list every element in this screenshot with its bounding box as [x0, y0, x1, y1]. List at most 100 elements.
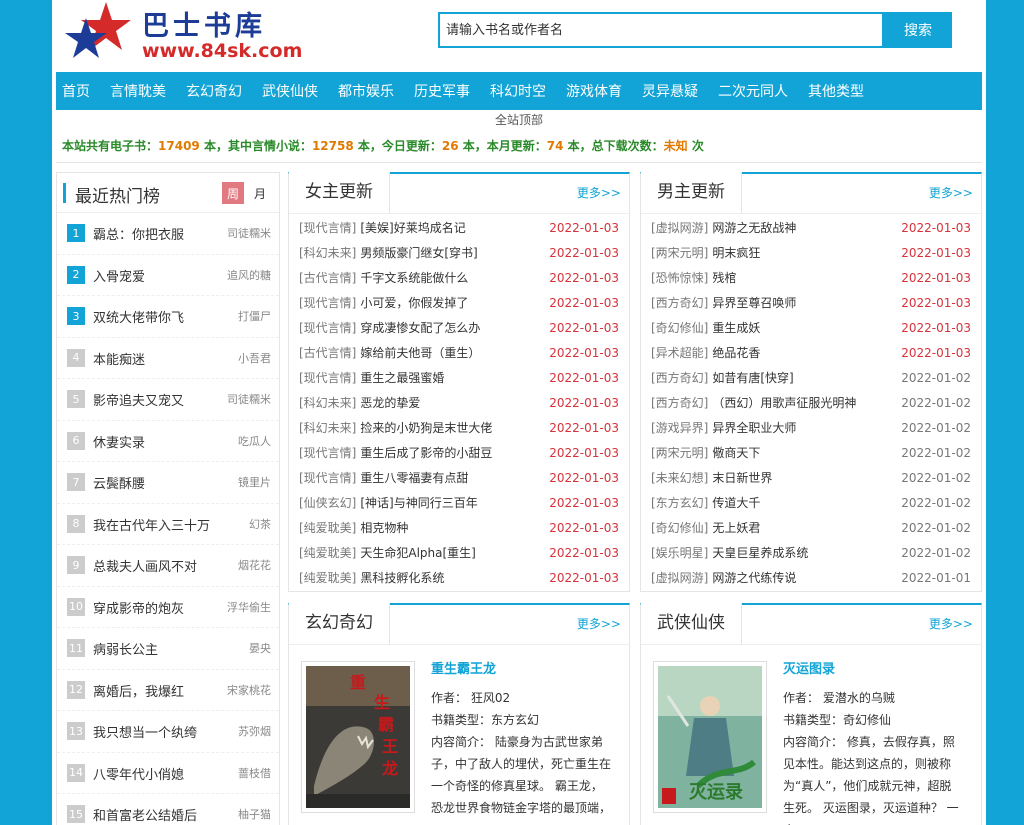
update-category[interactable]: [两宋元明] — [651, 446, 708, 460]
rank-book[interactable]: 霸总：你把衣服 — [93, 224, 184, 243]
update-item[interactable]: [未来幻想] 末日新世界 2022-01-02 — [651, 466, 971, 491]
nav-item-8[interactable]: 灵异悬疑 — [642, 81, 698, 101]
update-item[interactable]: [仙侠玄幻] [神话]与神同行三百年 2022-01-03 — [299, 491, 619, 516]
update-book[interactable]: 穿成凄惨女配了怎么办 — [360, 321, 480, 335]
rank-item[interactable]: 5 影帝追夫又宠又 司徒糯米 — [57, 379, 279, 421]
update-category[interactable]: [未来幻想] — [651, 471, 708, 485]
rank-item[interactable]: 10 穿成影帝的炮灰 浮华偷生 — [57, 587, 279, 628]
update-book[interactable]: 网游之代练传说 — [712, 571, 796, 585]
update-item[interactable]: [西方奇幻] 如昔有唐[快穿] 2022-01-02 — [651, 366, 971, 391]
update-category[interactable]: [异术超能] — [651, 346, 708, 360]
update-item[interactable]: [现代言情] 重生后成了影帝的小甜豆 2022-01-03 — [299, 441, 619, 466]
update-book[interactable]: 千字文系统能做什么 — [360, 271, 468, 285]
rank-book[interactable]: 我只想当一个纨绔 — [93, 722, 197, 741]
female-more-link[interactable]: 更多>> — [577, 184, 621, 201]
nav-item-0[interactable]: 首页 — [62, 81, 90, 101]
nav-item-10[interactable]: 其他类型 — [808, 81, 864, 101]
update-item[interactable]: [东方玄幻] 传道大千 2022-01-02 — [651, 491, 971, 516]
xuanhuan-more-link[interactable]: 更多>> — [577, 615, 621, 632]
update-book[interactable]: 天皇巨星养成系统 — [712, 546, 808, 560]
rank-book[interactable]: 总裁夫人画风不对 — [93, 556, 197, 575]
update-item[interactable]: [现代言情] 重生八零福妻有点甜 2022-01-03 — [299, 466, 619, 491]
update-book[interactable]: [神话]与神同行三百年 — [360, 496, 477, 510]
update-item[interactable]: [古代言情] 嫁给前夫他哥（重生） 2022-01-03 — [299, 341, 619, 366]
update-item[interactable]: [现代言情] [美娱]好莱坞成名记 2022-01-03 — [299, 216, 619, 241]
update-book[interactable]: 重生后成了影帝的小甜豆 — [360, 446, 492, 460]
update-category[interactable]: [东方玄幻] — [651, 496, 708, 510]
update-item[interactable]: [纯爱耽美] 相克物种 2022-01-03 — [299, 516, 619, 541]
search-button[interactable]: 搜索 — [884, 12, 952, 48]
site-top-link[interactable]: 全站顶部 — [52, 111, 986, 128]
update-book[interactable]: 捡来的小奶狗是末世大佬 — [360, 421, 492, 435]
rank-item[interactable]: 13 我只想当一个纨绔 苏弥烟 — [57, 711, 279, 753]
update-item[interactable]: [古代言情] 千字文系统能做什么 2022-01-03 — [299, 266, 619, 291]
update-item[interactable]: [两宋元明] 明末疯狂 2022-01-03 — [651, 241, 971, 266]
book-cover[interactable]: 重 生 霸 王 龙 — [301, 661, 415, 813]
update-book[interactable]: 嫁给前夫他哥（重生） — [360, 346, 480, 360]
rank-item[interactable]: 2 入骨宠爱 追风的糖 — [57, 255, 279, 296]
update-category[interactable]: [虚拟网游] — [651, 571, 708, 585]
update-item[interactable]: [娱乐明星] 天皇巨星养成系统 2022-01-02 — [651, 541, 971, 566]
update-category[interactable]: [虚拟网游] — [651, 221, 708, 235]
male-more-link[interactable]: 更多>> — [929, 184, 973, 201]
rank-book[interactable]: 双统大佬带你飞 — [93, 307, 184, 326]
update-book[interactable]: 如昔有唐[快穿] — [712, 371, 793, 385]
nav-item-7[interactable]: 游戏体育 — [566, 81, 622, 101]
nav-item-3[interactable]: 武侠仙侠 — [262, 81, 318, 101]
site-logo[interactable]: 巴士书库 www.84sk.com — [60, 0, 310, 62]
tab-week[interactable]: 周 — [222, 182, 244, 204]
update-item[interactable]: [两宋元明] 儆商天下 2022-01-02 — [651, 441, 971, 466]
rank-book[interactable]: 病弱长公主 — [93, 639, 158, 658]
update-book[interactable]: 绝品花香 — [712, 346, 760, 360]
rank-item[interactable]: 11 病弱长公主 晏央 — [57, 628, 279, 670]
rank-book[interactable]: 本能痴迷 — [93, 349, 145, 368]
update-book[interactable]: 小可爱，你假发掉了 — [360, 296, 468, 310]
rank-item[interactable]: 4 本能痴迷 小吾君 — [57, 338, 279, 379]
rank-item[interactable]: 9 总裁夫人画风不对 烟花花 — [57, 545, 279, 587]
rank-book[interactable]: 休妻实录 — [93, 432, 145, 451]
update-category[interactable]: [仙侠玄幻] — [299, 496, 356, 510]
update-item[interactable]: [虚拟网游] 网游之代练传说 2022-01-01 — [651, 566, 971, 591]
update-category[interactable]: [纯爱耽美] — [299, 571, 356, 585]
update-item[interactable]: [异术超能] 绝品花香 2022-01-03 — [651, 341, 971, 366]
update-category[interactable]: [现代言情] — [299, 221, 356, 235]
update-book[interactable]: [美娱]好莱坞成名记 — [360, 221, 465, 235]
update-book[interactable]: 恶龙的挚爱 — [360, 396, 420, 410]
update-item[interactable]: [奇幻修仙] 无上妖君 2022-01-02 — [651, 516, 971, 541]
update-book[interactable]: 异界全职业大师 — [712, 421, 796, 435]
update-category[interactable]: [科幻未来] — [299, 246, 356, 260]
wuxia-more-link[interactable]: 更多>> — [929, 615, 973, 632]
update-book[interactable]: 天生命犯Alpha[重生] — [360, 546, 475, 560]
update-category[interactable]: [古代言情] — [299, 346, 356, 360]
update-book[interactable]: （西幻）用歌声征服光明神 — [712, 396, 856, 410]
update-item[interactable]: [恐怖惊悚] 残棺 2022-01-03 — [651, 266, 971, 291]
nav-item-1[interactable]: 言情耽美 — [110, 81, 166, 101]
update-category[interactable]: [现代言情] — [299, 296, 356, 310]
update-book[interactable]: 无上妖君 — [712, 521, 760, 535]
update-category[interactable]: [古代言情] — [299, 271, 356, 285]
rank-book[interactable]: 离婚后，我爆红 — [93, 681, 184, 700]
update-book[interactable]: 重生八零福妻有点甜 — [360, 471, 468, 485]
update-book[interactable]: 重生成妖 — [712, 321, 760, 335]
rank-book[interactable]: 影帝追夫又宠又 — [93, 390, 184, 409]
rank-book[interactable]: 入骨宠爱 — [93, 266, 145, 285]
update-book[interactable]: 残棺 — [712, 271, 736, 285]
nav-item-5[interactable]: 历史军事 — [414, 81, 470, 101]
update-item[interactable]: [西方奇幻] （西幻）用歌声征服光明神 2022-01-02 — [651, 391, 971, 416]
update-book[interactable]: 相克物种 — [360, 521, 408, 535]
rank-item[interactable]: 3 双统大佬带你飞 打僵尸 — [57, 296, 279, 338]
update-category[interactable]: [纯爱耽美] — [299, 521, 356, 535]
update-book[interactable]: 传道大千 — [712, 496, 760, 510]
update-category[interactable]: [现代言情] — [299, 471, 356, 485]
rank-item[interactable]: 1 霸总：你把衣服 司徒糯米 — [57, 213, 279, 255]
rank-book[interactable]: 云鬓酥腰 — [93, 473, 145, 492]
update-item[interactable]: [科幻未来] 男频版豪门继女[穿书] 2022-01-03 — [299, 241, 619, 266]
update-book[interactable]: 末日新世界 — [712, 471, 772, 485]
update-book[interactable]: 异界至尊召唤师 — [712, 296, 796, 310]
nav-item-9[interactable]: 二次元同人 — [718, 81, 788, 101]
book-title[interactable]: 灭运图录 — [783, 659, 963, 681]
rank-item[interactable]: 6 休妻实录 吃瓜人 — [57, 421, 279, 462]
rank-book[interactable]: 穿成影帝的炮灰 — [93, 598, 184, 617]
update-category[interactable]: [两宋元明] — [651, 246, 708, 260]
update-item[interactable]: [科幻未来] 捡来的小奶狗是末世大佬 2022-01-03 — [299, 416, 619, 441]
